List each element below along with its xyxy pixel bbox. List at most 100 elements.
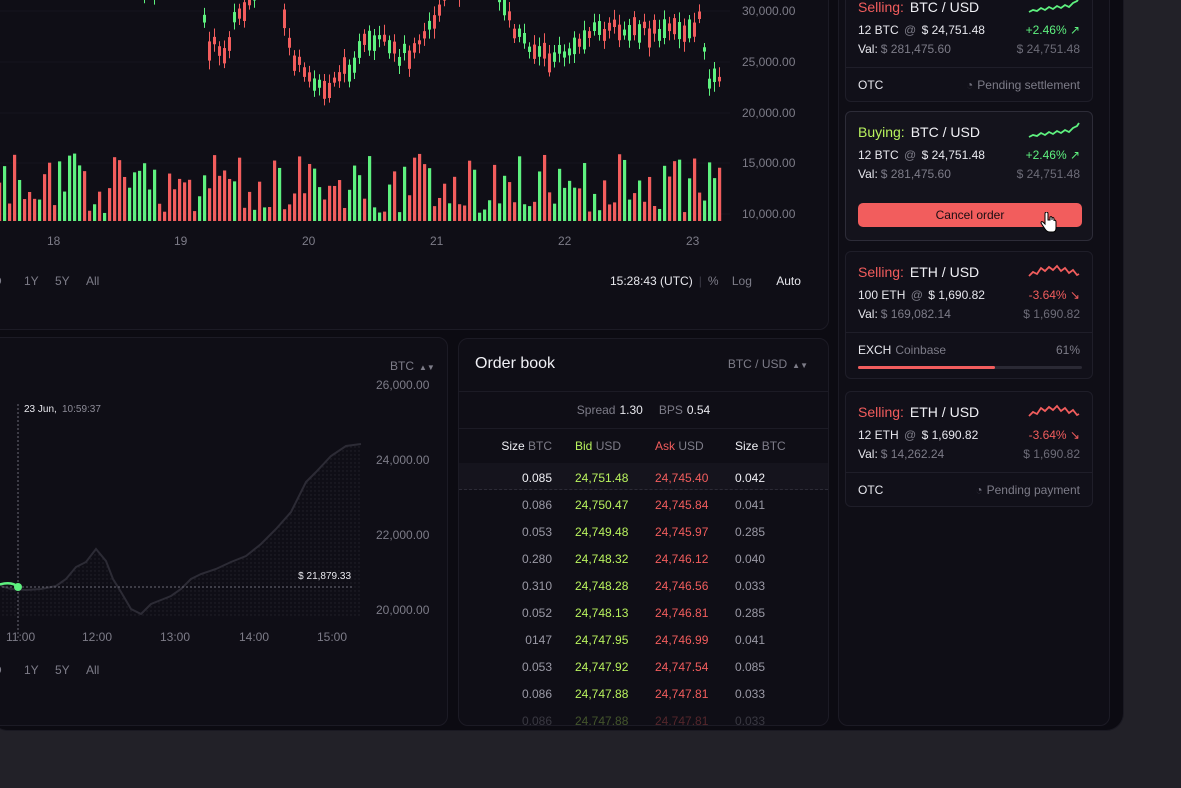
order-book-row[interactable]: 0.310 24,748.28 24,746.56 0.033	[459, 571, 828, 598]
candle-body	[348, 64, 351, 82]
candle-body	[613, 19, 616, 28]
order-card[interactable]: Selling: ETH / USD 12 ETH @ $ 1,690.82 -3…	[845, 391, 1093, 507]
bid-size: 0.280	[521, 552, 552, 566]
range-all-button[interactable]: All	[86, 663, 99, 677]
toolbar-separator: |	[698, 274, 702, 288]
candle-body	[523, 32, 526, 44]
bid-price: 24,747.92	[575, 660, 629, 674]
candle-body	[203, 14, 206, 23]
order-book-row[interactable]: 0147 24,747.95 24,746.99 0.041	[459, 625, 828, 652]
price: $ 1,690.82	[928, 288, 985, 302]
volume-bar	[708, 162, 712, 221]
volume-bar	[408, 195, 412, 221]
candle-body	[423, 31, 426, 39]
unit-selector[interactable]: BTC ▲▼	[390, 359, 435, 373]
log-scale-button[interactable]: Log	[732, 274, 752, 288]
order-book-row[interactable]: 0.052 24,748.13 24,746.81 0.285	[459, 598, 828, 625]
bps-label: BPS	[658, 403, 683, 417]
ask-price: 24,746.56	[655, 579, 709, 593]
volume-bar	[663, 165, 667, 221]
order-side: Selling:	[858, 264, 904, 280]
candle-body	[218, 46, 221, 56]
candle-body	[563, 51, 566, 58]
range-5y-button[interactable]: 5Y	[55, 274, 70, 288]
volume-bar	[483, 209, 487, 221]
col-size-bid: Size BTC	[501, 439, 552, 453]
order-card[interactable]: Selling: BTC / USD 12 BTC @ $ 24,751.48 +…	[845, 0, 1093, 102]
crosshair-point	[14, 583, 22, 591]
order-book-row[interactable]: 0.086 24,747.88 24,747.81 0.033	[459, 706, 828, 725]
volume-bar	[378, 212, 382, 221]
order-book-row[interactable]: 0.086 24,750.47 24,745.84 0.041	[459, 490, 828, 517]
order-value: Val: $ 14,262.24	[858, 447, 944, 461]
bid-price: 24,748.13	[575, 606, 629, 620]
col-bid: Bid USD	[575, 439, 621, 453]
candlestick-chart[interactable]	[0, 0, 730, 252]
y-axis-label: 30,000.00	[742, 4, 796, 18]
volume-bar	[228, 178, 232, 221]
order-book-row[interactable]: 0.053 24,749.48 24,745.97 0.285	[459, 517, 828, 544]
volume-bar	[638, 180, 642, 221]
order-card[interactable]: Selling: ETH / USD 100 ETH @ $ 1,690.82 -…	[845, 251, 1093, 379]
volume-bar	[568, 180, 572, 221]
trading-app-window: 30,000.00 25,000.00 20,000.00 15,000.00 …	[0, 0, 1124, 731]
order-book-row[interactable]: 0.085 24,751.48 24,745.40 0.042	[459, 463, 828, 490]
sparkline-up-icon	[1028, 0, 1079, 13]
x-axis-label: 11:00	[6, 630, 36, 644]
auto-scale-button[interactable]: Auto	[776, 274, 801, 288]
candle-body	[548, 53, 551, 73]
volume-bar	[538, 171, 542, 221]
x-axis-label: 23	[686, 234, 700, 248]
percent-scale-button[interactable]: %	[708, 274, 719, 288]
fill-progress-value	[858, 366, 995, 369]
candle-body	[718, 76, 721, 82]
volume-bar	[488, 200, 492, 221]
order-card[interactable]: Buying: BTC / USD 12 BTC @ $ 24,751.48 +2…	[845, 111, 1093, 241]
range-1y-button[interactable]: 1Y	[24, 274, 39, 288]
range-1d-button[interactable]: D	[0, 663, 2, 677]
ask-size: 0.033	[735, 579, 766, 593]
volume-bar	[13, 154, 17, 221]
range-all-button[interactable]: All	[86, 274, 99, 288]
range-5y-button[interactable]: 5Y	[55, 663, 70, 677]
order-book-row[interactable]: 0.053 24,747.92 24,747.54 0.085	[459, 652, 828, 679]
candle-body	[318, 79, 321, 88]
price-line-chart[interactable]: 23 Jun, 10:59:37 $ 21,879.33	[0, 338, 362, 638]
ask-size: 0.042	[735, 471, 766, 485]
candle-body	[383, 34, 386, 42]
volume-bar	[213, 155, 217, 221]
pair-selector[interactable]: BTC / USD ▲▼	[728, 357, 808, 371]
price-line-chart-panel: BTC ▲▼ 23 Jun, 10:59:37 $ 21,879.33 26,000.…	[0, 337, 448, 726]
range-1y-button[interactable]: 1Y	[24, 663, 39, 677]
volume-bar	[678, 159, 682, 221]
candle-body	[583, 30, 586, 50]
bid-size: 0147	[525, 633, 552, 647]
order-book-row[interactable]: 0.280 24,748.32 24,746.12 0.040	[459, 544, 828, 571]
divider	[846, 472, 1092, 473]
volume-bar	[338, 180, 342, 221]
ask-price: 24,747.81	[655, 714, 709, 725]
order-value: Val: $ 169,082.14	[858, 307, 951, 321]
candle-body	[623, 29, 626, 36]
bps-value: 0.54	[686, 403, 711, 417]
ask-size: 0.033	[735, 687, 766, 701]
candle-body	[633, 17, 636, 36]
order-venue: OTC	[858, 78, 884, 92]
volume-bar	[658, 208, 662, 221]
order-title: Selling: BTC / USD	[858, 0, 979, 15]
candle-body	[283, 9, 286, 29]
price: $ 1,690.82	[921, 428, 979, 442]
volume-bar	[28, 191, 32, 221]
volume-bar	[418, 153, 422, 221]
unit-price: $ 1,690.82	[1023, 307, 1080, 321]
order-book-row[interactable]: 0.086 24,747.88 24,747.81 0.033	[459, 679, 828, 706]
qty: 12 BTC	[858, 23, 899, 37]
volume-bar	[583, 163, 587, 221]
x-axis-label: 18	[47, 234, 61, 248]
volume-bar	[33, 198, 37, 221]
unit-price: $ 24,751.48	[1016, 167, 1080, 181]
candle-body	[498, 0, 501, 3]
fill-progress-bar	[858, 366, 1082, 369]
col-unit: BTC	[761, 439, 786, 453]
range-1d-button[interactable]: D	[0, 274, 2, 288]
